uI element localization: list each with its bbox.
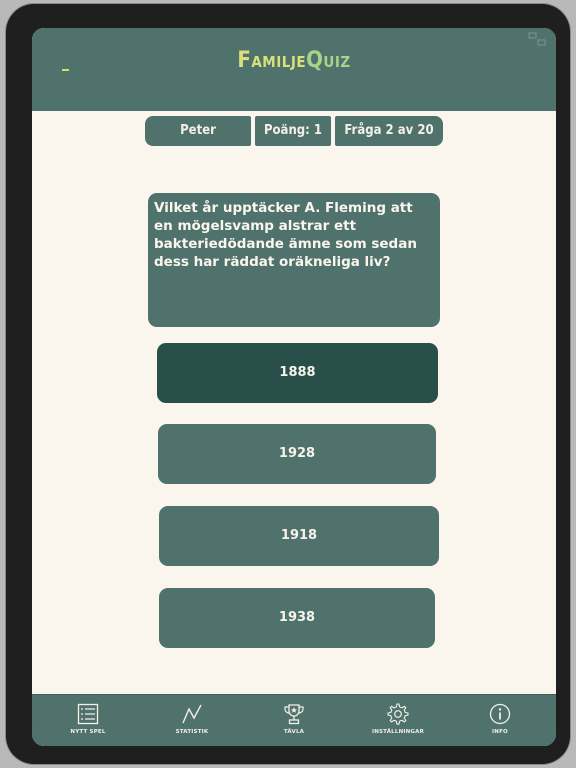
tab-compete[interactable]: TÄVLA xyxy=(254,703,334,743)
question-counter: Fråga 2 av 20 xyxy=(335,116,443,146)
checklist-icon xyxy=(77,703,99,725)
tab-settings[interactable]: INSTÄLLNINGAR xyxy=(358,703,438,743)
tab-label-info: INFO xyxy=(492,729,508,735)
app-screen: FamiljeQuiz Peter Poäng: 1 Fråga 2 av 20… xyxy=(32,28,556,746)
answer-button-4[interactable]: 1938 xyxy=(159,588,435,648)
watermark-icon xyxy=(528,32,546,46)
app-title-part2: Quiz xyxy=(306,48,351,73)
app-header: FamiljeQuiz xyxy=(32,28,556,111)
line-chart-icon xyxy=(182,704,202,724)
tab-label-compete: TÄVLA xyxy=(283,729,305,735)
info-icon xyxy=(489,703,511,725)
answer-button-1[interactable]: 1888 xyxy=(157,343,438,403)
gear-icon xyxy=(387,703,409,725)
answer-button-2[interactable]: 1928 xyxy=(158,424,436,484)
score-display: Poäng: 1 xyxy=(255,116,331,146)
bottom-tab-bar: NYTT SPEL STATISTIK TÄVLA INSTÄLLNINGAR … xyxy=(32,694,556,746)
player-name: Peter xyxy=(145,116,251,146)
question-card: Vilket år upptäcker A. Fleming att en mö… xyxy=(148,193,440,327)
tab-statistics[interactable]: STATISTIK xyxy=(152,703,232,743)
tab-label-settings: INSTÄLLNINGAR xyxy=(371,729,425,735)
tab-info[interactable]: INFO xyxy=(460,703,540,743)
tab-label-statistics: STATISTIK xyxy=(175,729,209,735)
app-title: FamiljeQuiz xyxy=(32,48,556,73)
answer-button-3[interactable]: 1918 xyxy=(159,506,439,566)
trophy-icon xyxy=(284,704,304,725)
tablet-frame: FamiljeQuiz Peter Poäng: 1 Fråga 2 av 20… xyxy=(6,4,570,764)
tab-new-game[interactable]: NYTT SPEL xyxy=(48,703,128,743)
app-title-part1: Familje xyxy=(237,48,307,73)
tab-label-new-game: NYTT SPEL xyxy=(70,729,106,735)
